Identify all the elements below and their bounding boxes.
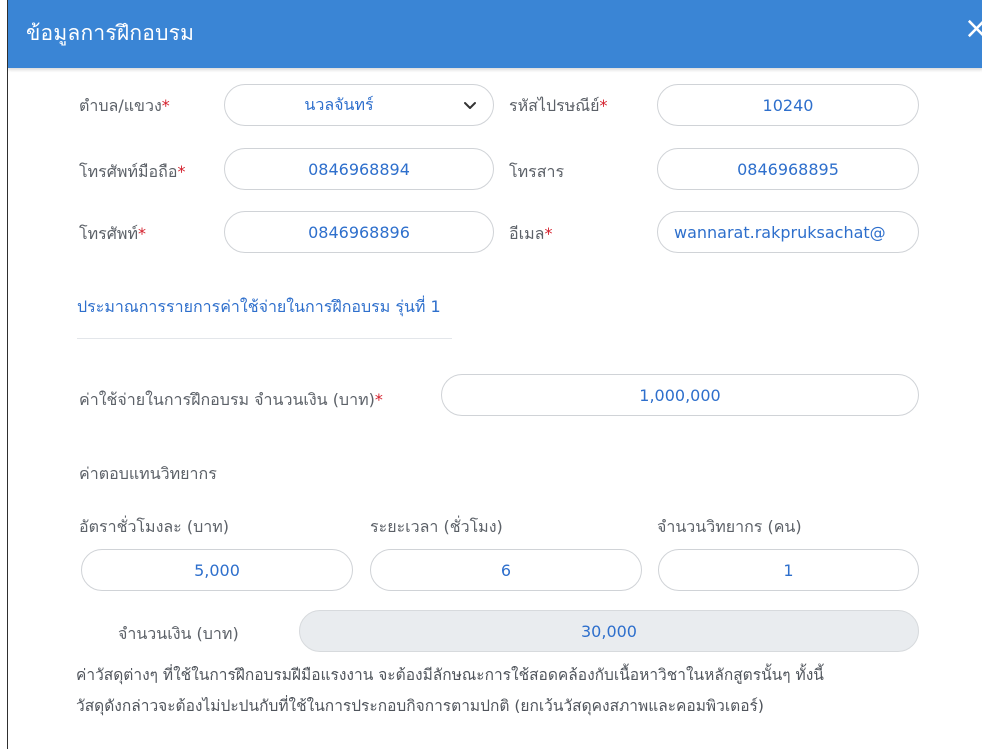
duration-field[interactable]: 6	[370, 549, 642, 591]
estimate-section-title: ประมาณการรายการค่าใช้จ่ายในการฝึกอบรม รุ…	[77, 297, 441, 316]
lecturer-count-label: จำนวนวิทยากร (คน)	[657, 517, 802, 536]
phone-label-text: โทรศัพท์	[79, 224, 138, 243]
amount-label: จำนวนเงิน (บาท)	[118, 624, 239, 643]
postcode-field[interactable]: 10240	[657, 84, 919, 126]
lecturer-count-field[interactable]: 1	[658, 549, 919, 591]
required-mark: *	[599, 96, 608, 115]
hourly-rate-field[interactable]: 5,000	[81, 549, 353, 591]
hourly-rate-label: อัตราชั่วโมงละ (บาท)	[79, 517, 230, 536]
materials-note-line: วัสดุดังกล่าวจะต้องไม่ปะปนกับที่ใช้ในการ…	[76, 697, 764, 715]
phone-label: โทรศัพท์*	[79, 222, 146, 247]
fax-field[interactable]: 0846968895	[657, 148, 919, 190]
postcode-label-text: รหัสไปรษณีย์	[509, 96, 600, 115]
chevron-down-icon	[464, 102, 476, 109]
phone-field[interactable]: 0846968896	[224, 211, 494, 253]
total-cost-field[interactable]: 1,000,000	[441, 374, 919, 416]
required-mark: *	[161, 96, 170, 115]
mobile-label: โทรศัพท์มือถือ*	[79, 160, 185, 185]
subdistrict-select[interactable]: นวลจันทร์	[224, 84, 494, 126]
dialog-header: ข้อมูลการฝึกอบรม ×	[8, 0, 982, 68]
lecturer-fee-title: ค่าตอบแทนวิทยากร	[79, 464, 217, 483]
required-mark: *	[137, 224, 146, 243]
required-mark: *	[177, 162, 186, 181]
email-field[interactable]: wannarat.rakpruksachat@	[657, 211, 919, 253]
close-icon[interactable]: ×	[964, 14, 982, 44]
fax-label: โทรสาร	[509, 162, 565, 181]
dialog-title: ข้อมูลการฝึกอบรม	[26, 21, 195, 45]
email-label-text: อีเมล	[509, 224, 545, 243]
subdistrict-label-text: ตำบล/แขวง	[79, 96, 162, 115]
training-info-dialog: ข้อมูลการฝึกอบรม × ตำบล/แขวง* นวลจันทร์ …	[7, 0, 982, 749]
email-label: อีเมล*	[509, 222, 552, 247]
section-divider	[77, 338, 452, 339]
amount-field: 30,000	[299, 610, 919, 652]
required-mark: *	[374, 390, 383, 409]
postcode-label: รหัสไปรษณีย์*	[509, 94, 607, 119]
mobile-label-text: โทรศัพท์มือถือ	[79, 162, 178, 181]
required-mark: *	[544, 224, 553, 243]
total-cost-label-text: ค่าใช้จ่ายในการฝึกอบรม จำนวนเงิน (บาท)	[79, 390, 375, 409]
subdistrict-value: นวลจันทร์	[304, 94, 374, 114]
materials-note-line: ค่าวัสดุต่างๆ ที่ใช้ในการฝึกอบรมฝีมือแรง…	[76, 666, 824, 684]
materials-note: ค่าวัสดุต่างๆ ที่ใช้ในการฝึกอบรมฝีมือแรง…	[76, 660, 956, 722]
mobile-field[interactable]: 0846968894	[224, 148, 494, 190]
duration-label: ระยะเวลา (ชั่วโมง)	[370, 517, 503, 536]
subdistrict-label: ตำบล/แขวง*	[79, 94, 170, 119]
total-cost-label: ค่าใช้จ่ายในการฝึกอบรม จำนวนเงิน (บาท)*	[79, 388, 383, 413]
